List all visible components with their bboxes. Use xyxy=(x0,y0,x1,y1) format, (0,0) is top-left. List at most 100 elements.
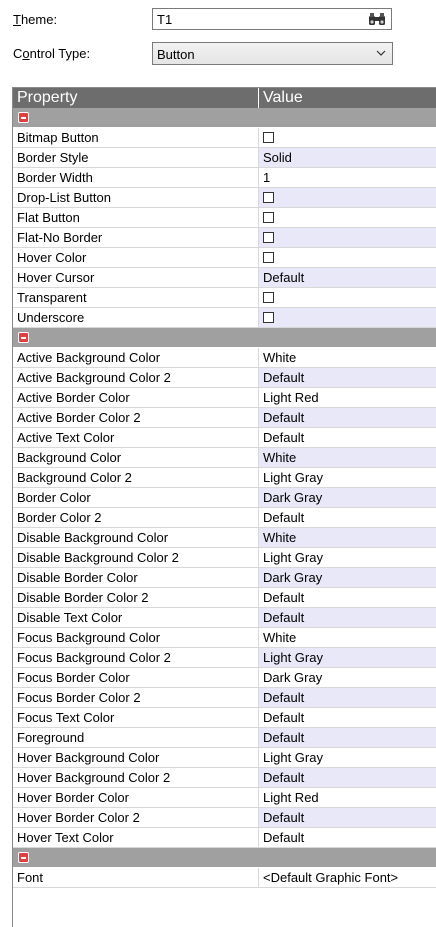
binoculars-icon[interactable] xyxy=(368,12,386,26)
property-value[interactable]: Dark Gray xyxy=(259,668,436,687)
category-row[interactable] xyxy=(13,848,436,868)
property-value-checkbox-cell[interactable] xyxy=(259,128,436,147)
property-value[interactable]: <Default Graphic Font> xyxy=(259,868,436,887)
property-value[interactable]: White xyxy=(259,448,436,467)
property-value-checkbox-cell[interactable] xyxy=(259,188,436,207)
property-name: Focus Text Color xyxy=(13,708,259,727)
grid-body: Bitmap Button Border Style Solid Border Wid… xyxy=(13,108,436,888)
property-row[interactable]: Background Color 2 Light Gray xyxy=(13,468,436,488)
property-row[interactable]: Foreground Default xyxy=(13,728,436,748)
property-row[interactable]: Hover Background Color 2 Default xyxy=(13,768,436,788)
property-row[interactable]: Hover Cursor Default xyxy=(13,268,436,288)
checkbox[interactable] xyxy=(263,192,274,204)
checkbox[interactable] xyxy=(263,232,274,244)
category-row[interactable] xyxy=(13,328,436,348)
property-row[interactable]: Hover Color xyxy=(13,248,436,268)
property-value[interactable]: Default xyxy=(259,768,436,787)
property-value[interactable]: Solid xyxy=(259,148,436,167)
property-value[interactable]: Light Gray xyxy=(259,468,436,487)
property-value-checkbox-cell[interactable] xyxy=(259,228,436,247)
property-row[interactable]: Active Text Color Default xyxy=(13,428,436,448)
property-value[interactable]: Default xyxy=(259,508,436,527)
control-type-value: Button xyxy=(157,47,195,62)
property-row[interactable]: Disable Background Color 2 Light Gray xyxy=(13,548,436,568)
property-value[interactable]: Default xyxy=(259,588,436,607)
property-row[interactable]: Flat-No Border xyxy=(13,228,436,248)
property-row[interactable]: Transparent xyxy=(13,288,436,308)
property-row[interactable]: Background Color White xyxy=(13,448,436,468)
property-value-checkbox-cell[interactable] xyxy=(259,288,436,307)
property-row[interactable]: Active Background Color 2 Default xyxy=(13,368,436,388)
property-row[interactable]: Bitmap Button xyxy=(13,128,436,148)
property-row[interactable]: Active Border Color 2 Default xyxy=(13,408,436,428)
property-value-checkbox-cell[interactable] xyxy=(259,308,436,327)
property-value[interactable]: White xyxy=(259,628,436,647)
property-row[interactable]: Focus Border Color 2 Default xyxy=(13,688,436,708)
checkbox[interactable] xyxy=(263,132,274,144)
property-row[interactable]: Border Color 2 Default xyxy=(13,508,436,528)
property-value[interactable]: Default xyxy=(259,708,436,727)
property-name: Background Color xyxy=(13,448,259,467)
property-value[interactable]: Default xyxy=(259,728,436,747)
collapse-icon[interactable] xyxy=(18,332,29,343)
property-row[interactable]: Disable Border Color Dark Gray xyxy=(13,568,436,588)
checkbox[interactable] xyxy=(263,312,274,324)
property-value[interactable]: Light Red xyxy=(259,788,436,807)
control-type-select[interactable]: Button xyxy=(152,42,393,65)
property-row[interactable]: Drop-List Button xyxy=(13,188,436,208)
property-value[interactable]: Default xyxy=(259,268,436,287)
property-row[interactable]: Disable Text Color Default xyxy=(13,608,436,628)
theme-field[interactable]: T1 xyxy=(152,8,392,30)
property-name: Border Color xyxy=(13,488,259,507)
collapse-icon[interactable] xyxy=(18,112,29,123)
property-row[interactable]: Hover Border Color Light Red xyxy=(13,788,436,808)
property-value[interactable]: Default xyxy=(259,828,436,847)
checkbox[interactable] xyxy=(263,212,274,224)
property-value[interactable]: Dark Gray xyxy=(259,488,436,507)
checkbox[interactable] xyxy=(263,252,274,264)
property-row[interactable]: Focus Text Color Default xyxy=(13,708,436,728)
property-row[interactable]: Focus Background Color 2 Light Gray xyxy=(13,648,436,668)
property-row[interactable]: Active Background Color White xyxy=(13,348,436,368)
category-row[interactable] xyxy=(13,108,436,128)
property-value[interactable]: Default xyxy=(259,368,436,387)
property-name: Disable Border Color 2 xyxy=(13,588,259,607)
property-row[interactable]: Active Border Color Light Red xyxy=(13,388,436,408)
property-row[interactable]: Border Width 1 xyxy=(13,168,436,188)
column-header-value[interactable]: Value xyxy=(259,88,436,108)
property-value[interactable]: Default xyxy=(259,608,436,627)
property-name: Disable Background Color 2 xyxy=(13,548,259,567)
property-row[interactable]: Font <Default Graphic Font> xyxy=(13,868,436,888)
property-row[interactable]: Disable Background Color White xyxy=(13,528,436,548)
property-row[interactable]: Hover Border Color 2 Default xyxy=(13,808,436,828)
property-row[interactable]: Flat Button xyxy=(13,208,436,228)
property-row[interactable]: Focus Background Color White xyxy=(13,628,436,648)
property-value[interactable]: Light Gray xyxy=(259,748,436,767)
property-row[interactable]: Focus Border Color Dark Gray xyxy=(13,668,436,688)
column-header-property[interactable]: Property xyxy=(13,88,259,108)
property-row[interactable]: Border Style Solid xyxy=(13,148,436,168)
property-row[interactable]: Hover Background Color Light Gray xyxy=(13,748,436,768)
property-value[interactable]: 1 xyxy=(259,168,436,187)
property-row[interactable]: Border Color Dark Gray xyxy=(13,488,436,508)
property-name: Active Border Color xyxy=(13,388,259,407)
property-value[interactable]: Default xyxy=(259,688,436,707)
property-row[interactable]: Underscore xyxy=(13,308,436,328)
property-row[interactable]: Disable Border Color 2 Default xyxy=(13,588,436,608)
checkbox[interactable] xyxy=(263,292,274,304)
property-value[interactable]: Default xyxy=(259,808,436,827)
property-name: Hover Background Color 2 xyxy=(13,768,259,787)
collapse-icon[interactable] xyxy=(18,852,29,863)
property-name: Hover Border Color xyxy=(13,788,259,807)
property-row[interactable]: Hover Text Color Default xyxy=(13,828,436,848)
property-value-checkbox-cell[interactable] xyxy=(259,248,436,267)
property-value[interactable]: Dark Gray xyxy=(259,568,436,587)
property-value[interactable]: Light Gray xyxy=(259,648,436,667)
property-value[interactable]: White xyxy=(259,528,436,547)
property-value[interactable]: Default xyxy=(259,428,436,447)
property-value[interactable]: Default xyxy=(259,408,436,427)
property-value[interactable]: Light Red xyxy=(259,388,436,407)
property-value-checkbox-cell[interactable] xyxy=(259,208,436,227)
property-value[interactable]: Light Gray xyxy=(259,548,436,567)
property-value[interactable]: White xyxy=(259,348,436,367)
